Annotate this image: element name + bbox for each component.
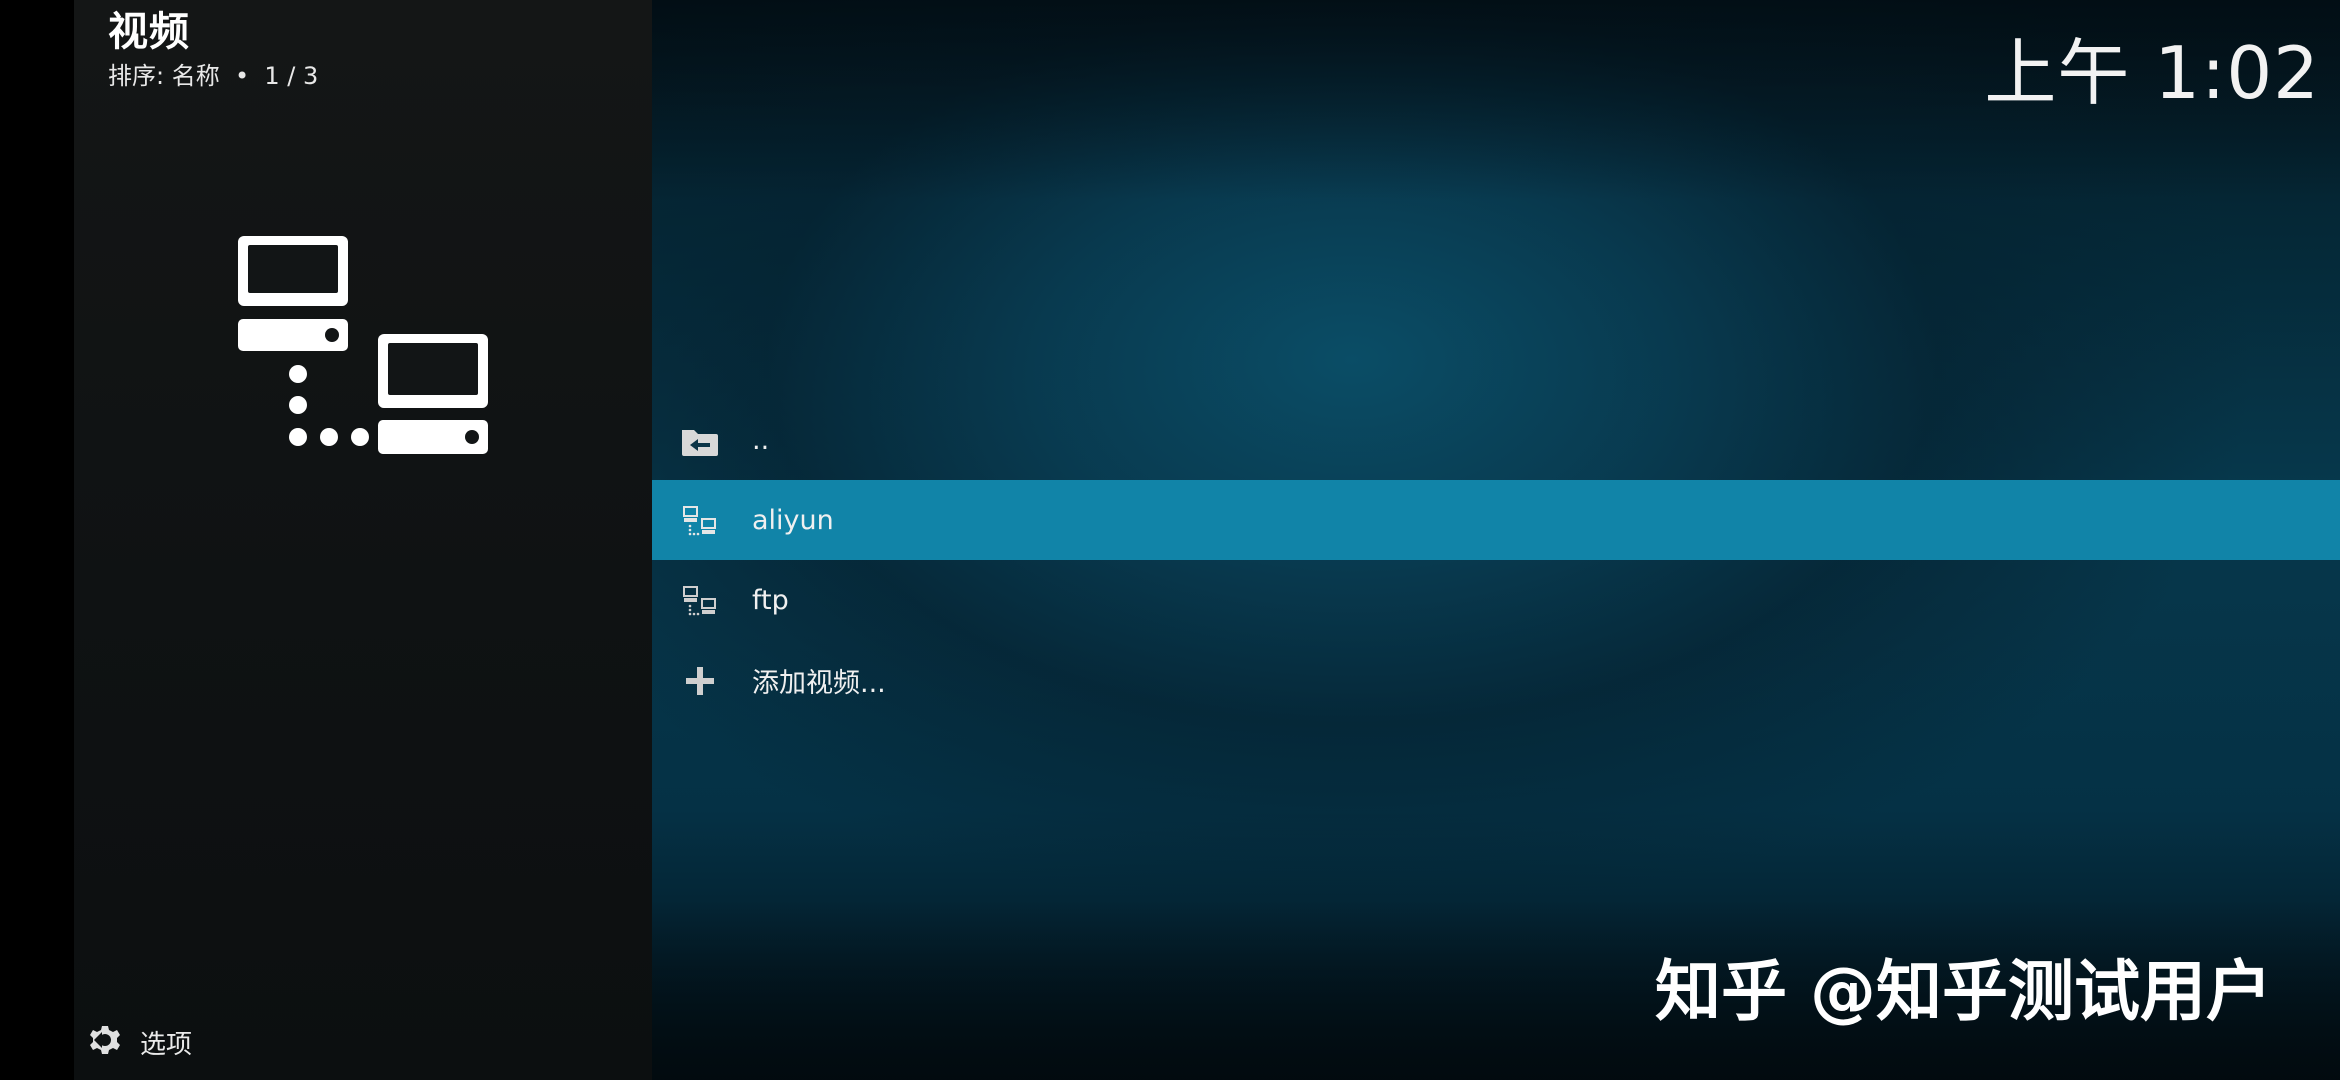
folder-back-icon (680, 424, 720, 458)
page-title: 视频 (108, 9, 190, 55)
list-item-label: aliyun (752, 504, 834, 536)
list-item-label: .. (752, 424, 770, 456)
options-gear-icon (88, 1023, 122, 1061)
network-computers-icon (238, 236, 488, 454)
clock: 上午 1:02 (1984, 31, 2320, 115)
list-item-add-video[interactable]: 添加视频... (652, 640, 2340, 720)
file-list: .. aliyun ftp 添加视频... (652, 400, 2340, 720)
sort-info[interactable]: 排序: 名称 • 1 / 3 (108, 56, 318, 91)
list-item-label: ftp (752, 584, 789, 616)
network-source-icon (680, 504, 720, 538)
list-item-ftp[interactable]: ftp (652, 560, 2340, 640)
options-button[interactable]: 选项 (88, 1022, 192, 1062)
left-black-strip (0, 0, 74, 1080)
list-item-aliyun[interactable]: aliyun (652, 480, 2340, 560)
kodi-screen: 视频 排序: 名称 • 1 / 3 上午 1:02 .. aliyun ftp … (0, 0, 2340, 1080)
network-source-icon (680, 584, 720, 618)
list-item-parent[interactable]: .. (652, 400, 2340, 480)
sidebar-panel (74, 0, 652, 1080)
options-label: 选项 (140, 1029, 193, 1060)
plus-icon (680, 664, 720, 698)
list-item-label: 添加视频... (752, 667, 886, 699)
watermark: 知乎 @知乎测试用户 (1655, 953, 2272, 1030)
